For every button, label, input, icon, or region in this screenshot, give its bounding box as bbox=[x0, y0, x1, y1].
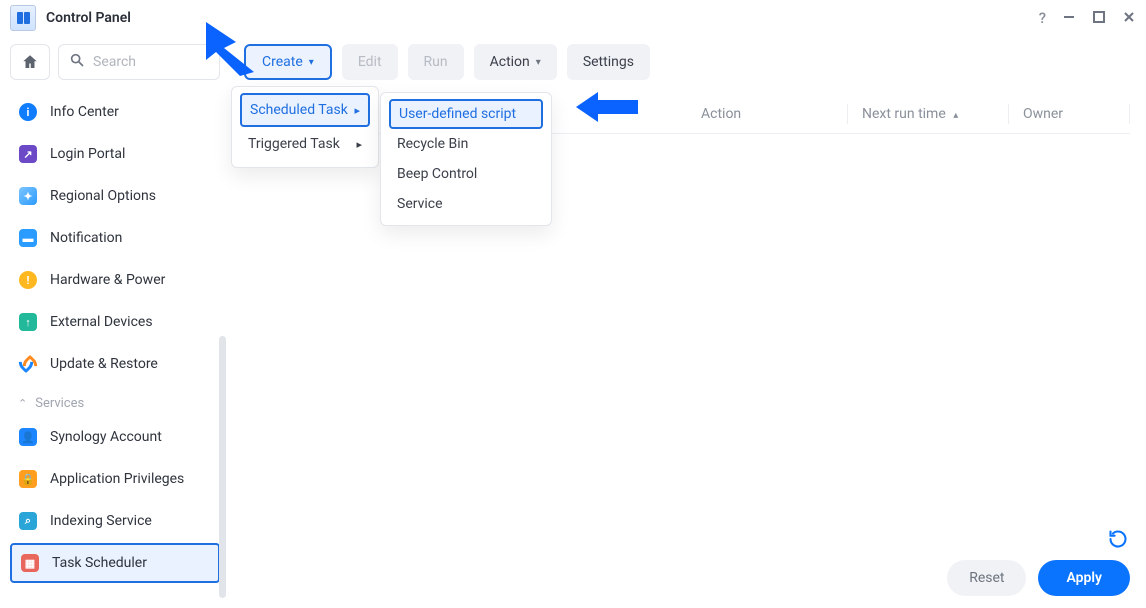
create-button[interactable]: Create ▾ bbox=[244, 44, 332, 80]
menu-item-label: Service bbox=[397, 196, 443, 212]
submenu-item-service[interactable]: Service bbox=[389, 189, 543, 219]
sidebar-scrollbar[interactable] bbox=[219, 96, 226, 598]
sidebar-item-label: Info Center bbox=[50, 104, 119, 120]
sidebar-item-task-scheduler[interactable]: ▦ Task Scheduler bbox=[10, 543, 220, 583]
sidebar-item-update-restore[interactable]: Update & Restore bbox=[10, 344, 220, 384]
col-label: Action bbox=[701, 106, 741, 122]
section-label: Services bbox=[35, 396, 84, 411]
col-label: Owner bbox=[1023, 106, 1063, 122]
sidebar-item-external-devices[interactable]: ↑ External Devices bbox=[10, 302, 220, 342]
col-owner[interactable]: Owner bbox=[1009, 106, 1129, 122]
menu-item-scheduled-task[interactable]: Scheduled Task ▸ bbox=[240, 93, 370, 127]
main-panel: Create ▾ Edit Run Action ▾ Settings Acti… bbox=[228, 36, 1146, 608]
sidebar-item-label: External Devices bbox=[50, 314, 153, 330]
sidebar-item-label: Application Privileges bbox=[50, 471, 184, 487]
sort-asc-icon: ▴ bbox=[953, 110, 958, 121]
window-title: Control Panel bbox=[46, 10, 131, 26]
col-action[interactable]: Action bbox=[687, 106, 847, 122]
menu-item-triggered-task[interactable]: Triggered Task ▸ bbox=[240, 127, 370, 161]
reset-button[interactable]: Reset bbox=[947, 560, 1026, 596]
sidebar-item-label: Login Portal bbox=[50, 146, 125, 162]
button-label: Apply bbox=[1066, 570, 1102, 586]
sidebar-item-label: Task Scheduler bbox=[52, 555, 147, 571]
button-label: Run bbox=[424, 54, 448, 70]
chevron-right-icon: ▸ bbox=[356, 138, 362, 151]
chevron-right-icon: ▸ bbox=[354, 104, 360, 117]
login-icon: ↗ bbox=[19, 145, 37, 163]
sidebar-item-label: Regional Options bbox=[50, 188, 156, 204]
button-label: Reset bbox=[969, 570, 1004, 586]
settings-button[interactable]: Settings bbox=[567, 44, 650, 80]
sidebar-item-label: Notification bbox=[50, 230, 122, 246]
scrollbar-thumb[interactable] bbox=[219, 336, 226, 598]
lock-icon: 🔒 bbox=[19, 470, 37, 488]
chevron-up-icon: ⌃ bbox=[18, 397, 27, 410]
info-icon: i bbox=[19, 103, 37, 121]
sidebar-item-label: Hardware & Power bbox=[50, 272, 165, 288]
button-label: Edit bbox=[358, 54, 382, 70]
button-label: Create bbox=[262, 54, 303, 70]
home-icon bbox=[21, 53, 39, 71]
action-button[interactable]: Action ▾ bbox=[474, 44, 557, 80]
sidebar-section-services[interactable]: ⌃ Services bbox=[10, 390, 220, 417]
caret-down-icon: ▾ bbox=[536, 57, 541, 68]
button-label: Settings bbox=[583, 54, 634, 70]
minimize-icon[interactable] bbox=[1062, 10, 1076, 27]
titlebar: Control Panel ? bbox=[0, 0, 1146, 36]
bulb-icon: ! bbox=[19, 271, 37, 289]
create-menu: Scheduled Task ▸ Triggered Task ▸ bbox=[231, 86, 379, 168]
toolbar: Create ▾ Edit Run Action ▾ Settings bbox=[244, 44, 1130, 80]
refresh-icon bbox=[19, 355, 37, 373]
menu-item-label: Triggered Task bbox=[248, 136, 340, 152]
footer: Reset Apply bbox=[244, 550, 1130, 596]
sidebar-item-indexing-service[interactable]: ⌕ Indexing Service bbox=[10, 501, 220, 541]
account-icon: 👤 bbox=[19, 428, 37, 446]
sidebar-item-login-portal[interactable]: ↗ Login Portal bbox=[10, 134, 220, 174]
button-label: Action bbox=[490, 54, 530, 70]
close-icon[interactable] bbox=[1122, 10, 1136, 27]
sidebar-item-synology-account[interactable]: 👤 Synology Account bbox=[10, 417, 220, 457]
menu-item-label: Recycle Bin bbox=[397, 136, 468, 152]
submenu-item-recycle-bin[interactable]: Recycle Bin bbox=[389, 129, 543, 159]
search-box[interactable] bbox=[58, 44, 220, 80]
maximize-icon[interactable] bbox=[1092, 10, 1106, 27]
sidebar-item-notification[interactable]: ▬ Notification bbox=[10, 218, 220, 258]
sidebar-item-hardware-power[interactable]: ! Hardware & Power bbox=[10, 260, 220, 300]
sidebar-item-application-privileges[interactable]: 🔒 Application Privileges bbox=[10, 459, 220, 499]
menu-item-label: User-defined script bbox=[399, 106, 516, 122]
col-label: Next run time bbox=[862, 106, 946, 122]
edit-button: Edit bbox=[342, 44, 398, 80]
search-input[interactable] bbox=[93, 54, 209, 70]
sidebar-item-regional-options[interactable]: ✦ Regional Options bbox=[10, 176, 220, 216]
create-submenu: User-defined script Recycle Bin Beep Con… bbox=[380, 92, 552, 226]
chat-icon: ▬ bbox=[19, 229, 37, 247]
submenu-item-user-defined-script[interactable]: User-defined script bbox=[389, 99, 543, 129]
home-button[interactable] bbox=[10, 44, 50, 80]
apply-button[interactable]: Apply bbox=[1038, 560, 1130, 596]
calendar-icon: ▦ bbox=[21, 554, 39, 572]
sidebar-item-label: Synology Account bbox=[50, 429, 162, 445]
sidebar-item-info-center[interactable]: i Info Center bbox=[10, 92, 220, 132]
globe-icon: ✦ bbox=[19, 187, 37, 205]
app-icon bbox=[10, 5, 36, 31]
refresh-button[interactable] bbox=[1108, 529, 1128, 554]
run-button: Run bbox=[408, 44, 464, 80]
caret-down-icon: ▾ bbox=[309, 57, 314, 68]
refresh-icon bbox=[1108, 529, 1128, 549]
search-doc-icon: ⌕ bbox=[19, 512, 37, 530]
search-icon bbox=[69, 52, 85, 72]
help-icon[interactable]: ? bbox=[1039, 11, 1046, 26]
sidebar: i Info Center ↗ Login Portal ✦ Regional … bbox=[0, 36, 228, 608]
menu-item-label: Scheduled Task bbox=[250, 102, 348, 118]
upload-icon: ↑ bbox=[19, 313, 37, 331]
submenu-item-beep-control[interactable]: Beep Control bbox=[389, 159, 543, 189]
menu-item-label: Beep Control bbox=[397, 166, 477, 182]
col-next-run[interactable]: Next run time ▴ bbox=[848, 106, 1008, 122]
sidebar-item-label: Indexing Service bbox=[50, 513, 152, 529]
sidebar-item-label: Update & Restore bbox=[50, 356, 158, 372]
